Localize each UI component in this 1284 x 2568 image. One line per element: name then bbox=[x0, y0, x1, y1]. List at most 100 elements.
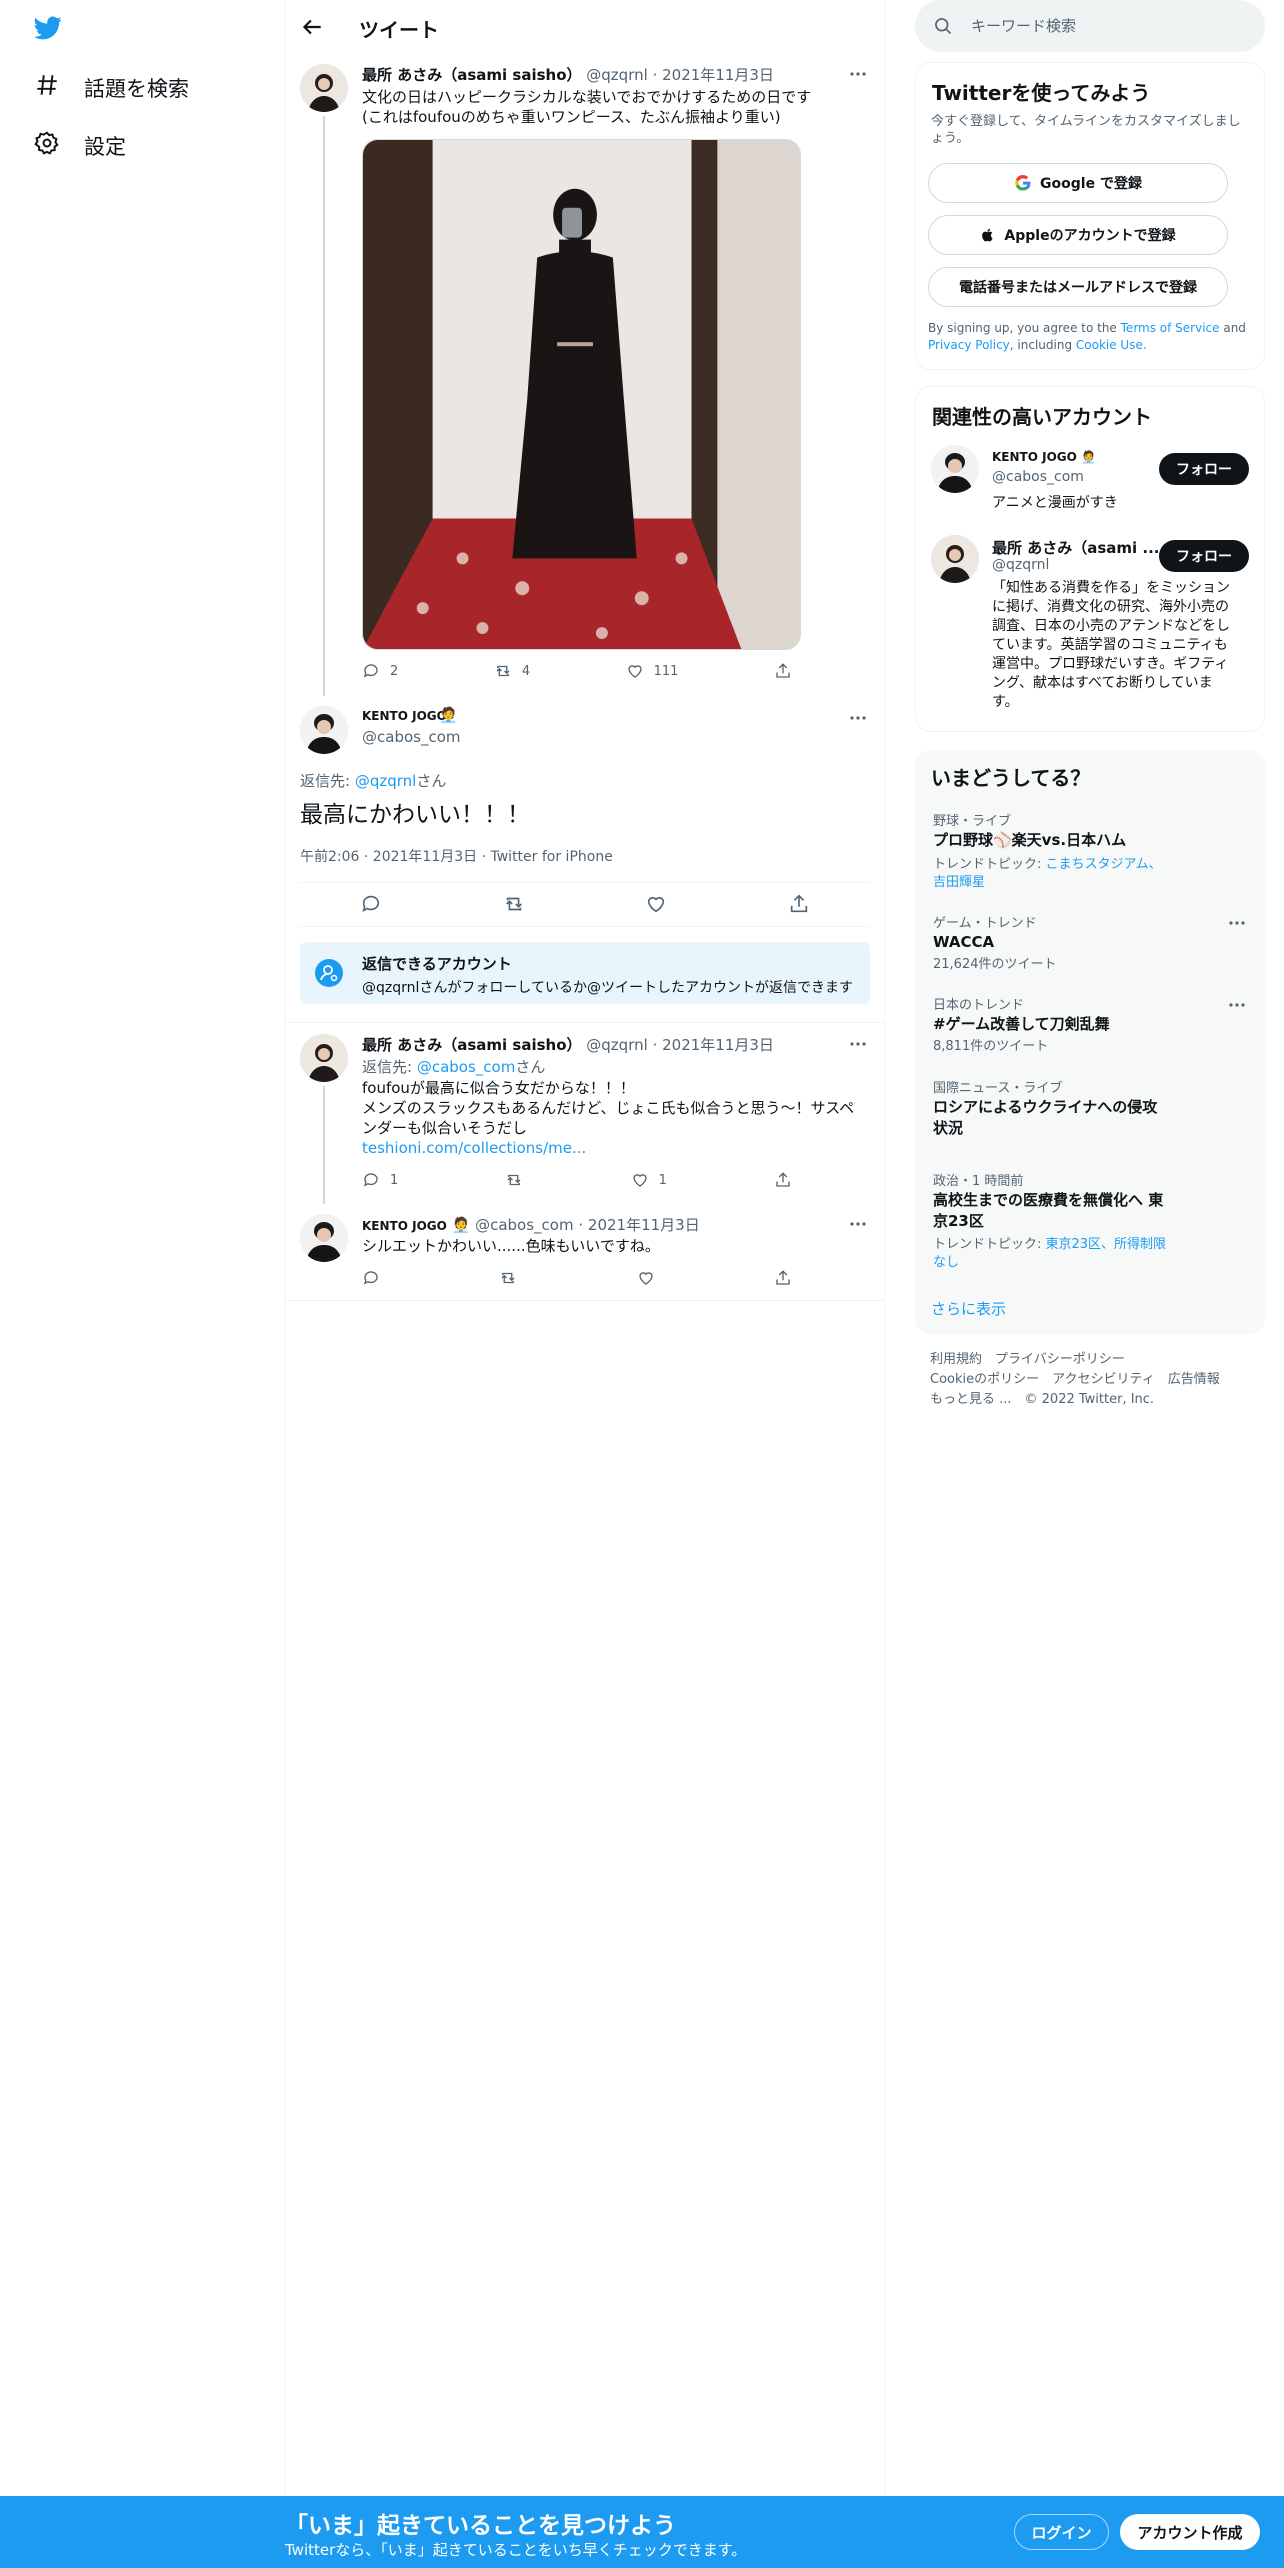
author-handle[interactable]: @cabos_com bbox=[362, 728, 461, 746]
legal-text: By signing up, you agree to the Terms of… bbox=[928, 320, 1248, 354]
back-arrow-icon[interactable] bbox=[299, 14, 325, 40]
reply-to-link[interactable]: @qzqrnl bbox=[355, 772, 417, 790]
reply-button[interactable] bbox=[362, 1269, 380, 1287]
search-input[interactable] bbox=[971, 10, 1251, 42]
search-bar[interactable] bbox=[915, 0, 1265, 52]
avatar[interactable] bbox=[300, 1034, 348, 1082]
more-options-icon[interactable] bbox=[848, 64, 868, 84]
trends-card: いまどうしてる？ 野球・ライブ プロ野球⚾楽天vs.日本ハム トレンドトピック:… bbox=[915, 750, 1265, 1334]
tweet-link[interactable]: teshioni.com/collections/me... bbox=[362, 1138, 586, 1158]
show-more-link[interactable]: さらに表示 bbox=[931, 1298, 1006, 1319]
account-name[interactable]: 最所 あさみ（asami ... bbox=[992, 537, 1159, 558]
author-handle[interactable]: @cabos_com bbox=[475, 1216, 574, 1234]
trend-meta: トレンドトピック: こまちスタジアム、 bbox=[933, 856, 1162, 874]
like-button[interactable] bbox=[637, 1269, 655, 1287]
nav-explore[interactable]: 話題を検索 bbox=[34, 72, 189, 103]
avatar[interactable] bbox=[300, 1214, 348, 1262]
retweet-count: 4 bbox=[521, 663, 531, 679]
apple-signup-button[interactable]: Appleのアカウントで登録 bbox=[928, 215, 1228, 255]
privacy-link[interactable]: Privacy Policy bbox=[928, 338, 1010, 352]
trend-category: ゲーム・トレンド bbox=[933, 916, 1037, 931]
reply-restriction-notice: 返信できるアカウント @qzqrnlさんがフォローしているか@ツイートしたアカウ… bbox=[300, 942, 870, 1004]
heart-icon bbox=[627, 665, 642, 678]
nav-settings[interactable]: 設定 bbox=[34, 130, 126, 161]
hashtag-icon bbox=[34, 72, 60, 103]
signup-subtitle: 今すぐ登録して、タイムラインをカスタマイズしましょう。 bbox=[931, 114, 1241, 146]
like-button[interactable] bbox=[645, 893, 667, 915]
account-name[interactable]: KENTO JOGO 🧑‍💼 bbox=[992, 450, 1096, 464]
more-options-icon[interactable] bbox=[848, 1214, 868, 1234]
share-button[interactable] bbox=[774, 662, 792, 680]
trend-topic-link[interactable]: 吉田輝星 bbox=[933, 875, 985, 890]
more-options-icon[interactable] bbox=[1227, 995, 1247, 1015]
account-name-text: KENTO JOGO bbox=[992, 450, 1077, 464]
bio-line: 「知性ある消費を作る」をミッション bbox=[992, 580, 1230, 596]
trend-meta-label: トレンドトピック: bbox=[933, 857, 1046, 872]
trend-meta: 8,811件のツイート bbox=[933, 1039, 1049, 1054]
trend-meta-label: トレンドトピック: bbox=[933, 1237, 1046, 1252]
reply-to-link[interactable]: @cabos_com bbox=[417, 1058, 516, 1076]
avatar[interactable] bbox=[931, 445, 979, 493]
trend-topic-link[interactable]: こまちスタジアム、 bbox=[1046, 857, 1162, 872]
notice-text: @qzqrnlさんがフォローしているか@ツイートしたアカウントが返信できます bbox=[362, 980, 853, 996]
author-handle[interactable]: @qzqrnl bbox=[586, 1036, 648, 1054]
share-button[interactable] bbox=[788, 893, 810, 915]
more-options-icon[interactable] bbox=[848, 708, 868, 728]
reply-to-label: 返信先: bbox=[300, 772, 355, 790]
thread-line bbox=[323, 1086, 325, 1204]
tweet-date[interactable]: 2021年11月3日 bbox=[588, 1216, 700, 1234]
footer-line[interactable]: もっと見る ... © 2022 Twitter, Inc. bbox=[930, 1390, 1220, 1410]
login-button[interactable]: ログイン bbox=[1014, 2514, 1109, 2550]
retweet-button[interactable] bbox=[503, 893, 525, 915]
follow-button[interactable]: フォロー bbox=[1159, 540, 1249, 572]
trend-topic-link[interactable]: なし bbox=[933, 1255, 959, 1270]
like-button[interactable]: 1 bbox=[631, 1171, 667, 1189]
author-name[interactable]: 最所 あさみ（asami saisho） bbox=[362, 66, 582, 84]
bio-line: 運営中。プロ野球だいすき。ギフティ bbox=[992, 656, 1229, 672]
bio-line: す。 bbox=[992, 694, 1019, 710]
twitter-logo-icon[interactable] bbox=[32, 14, 64, 42]
follow-button[interactable]: フォロー bbox=[1159, 453, 1249, 485]
account-handle[interactable]: @cabos_com bbox=[992, 469, 1084, 485]
more-options-icon[interactable] bbox=[1227, 913, 1247, 933]
avatar[interactable] bbox=[300, 64, 348, 112]
tweet-date[interactable]: 2021年11月3日 bbox=[662, 66, 774, 84]
like-button[interactable]: 111 bbox=[626, 662, 678, 680]
more-options-icon[interactable] bbox=[848, 1034, 868, 1054]
account-handle[interactable]: @qzqrnl bbox=[992, 557, 1049, 573]
cookie-link[interactable]: Cookie Use. bbox=[1076, 338, 1147, 352]
footer-line[interactable]: 利用規約 プライバシーポリシー bbox=[930, 1350, 1220, 1370]
author-name[interactable]: 最所 あさみ（asami saisho） bbox=[362, 1036, 582, 1054]
trend-category: 日本のトレンド bbox=[933, 998, 1025, 1013]
reply-button[interactable] bbox=[360, 893, 382, 915]
reply-button[interactable]: 1 bbox=[362, 1171, 398, 1189]
reply-button[interactable]: 2 bbox=[362, 662, 398, 680]
trend-topic-link[interactable]: 東京23区、所得制限 bbox=[1046, 1237, 1167, 1252]
share-button[interactable] bbox=[774, 1171, 792, 1189]
retweet-button[interactable]: 4 bbox=[494, 662, 530, 680]
author-name[interactable]: KENTO JOGO bbox=[362, 1219, 447, 1233]
terms-link[interactable]: Terms of Service bbox=[1121, 321, 1220, 335]
phone-email-signup-button[interactable]: 電話番号またはメールアドレスで登録 bbox=[928, 267, 1228, 307]
share-button[interactable] bbox=[774, 1269, 792, 1287]
tweet-date[interactable]: 2021年11月3日 bbox=[662, 1036, 774, 1054]
tweet-photo[interactable] bbox=[362, 139, 801, 650]
account-bio: アニメと漫画がすき bbox=[992, 495, 1118, 511]
trend-name: プロ野球⚾楽天vs.日本ハム bbox=[933, 831, 1127, 849]
tweet-header: 最所 あさみ（asami saisho） @qzqrnl · 2021年11月3… bbox=[362, 1036, 774, 1054]
google-signup-button[interactable]: Google で登録 bbox=[928, 163, 1228, 203]
footer-line[interactable]: Cookieのポリシー アクセシビリティ 広告情報 bbox=[930, 1370, 1220, 1390]
retweet-button[interactable] bbox=[505, 1171, 523, 1189]
author-handle[interactable]: @qzqrnl bbox=[586, 66, 648, 84]
author-name[interactable]: KENTO JOGO bbox=[362, 709, 447, 723]
avatar[interactable] bbox=[931, 535, 979, 583]
page-title: ツイート bbox=[359, 18, 439, 42]
nav-settings-label: 設定 bbox=[84, 134, 126, 159]
tweet-actions: 1 1 bbox=[362, 1171, 792, 1189]
trend-category: 政治・1 時間前 bbox=[933, 1174, 1024, 1189]
retweet-button[interactable] bbox=[499, 1269, 517, 1287]
signup-button[interactable]: アカウント作成 bbox=[1120, 2514, 1260, 2550]
tweet-meta[interactable]: 午前2:06 · 2021年11月3日 · Twitter for iPhone bbox=[300, 846, 613, 866]
avatar[interactable] bbox=[300, 706, 348, 754]
reply-to: 返信先: @qzqrnlさん bbox=[300, 770, 446, 791]
